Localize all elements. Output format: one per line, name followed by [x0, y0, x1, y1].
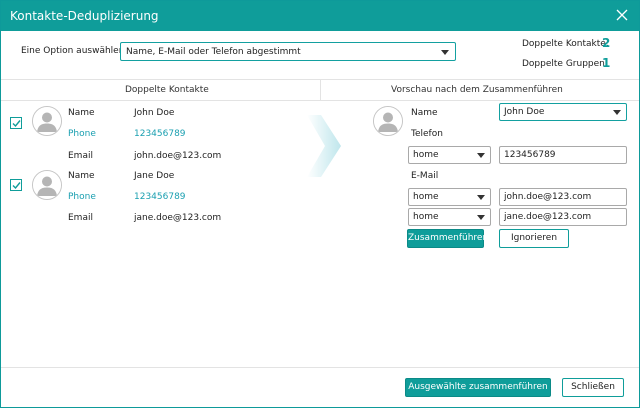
preview-name-label: Name	[411, 108, 438, 118]
avatar	[32, 170, 62, 200]
contact-email-label: Email	[68, 151, 93, 161]
chevron-down-icon	[477, 215, 485, 220]
column-header-preview: Vorschau nach dem Zusammenführen	[391, 85, 563, 95]
option-label: Eine Option auswählen:	[21, 46, 128, 56]
ignore-button[interactable]: Ignorieren	[499, 229, 569, 248]
contact-email-value: john.doe@123.com	[134, 151, 222, 161]
contact-checkbox[interactable]	[10, 117, 22, 129]
phone-type-select[interactable]: home	[408, 146, 491, 164]
merge-button[interactable]: Zusammenführen	[407, 229, 488, 248]
phone-type-value: home	[413, 150, 439, 160]
phone-section-label: Telefon	[411, 129, 443, 139]
arrow-right-icon	[307, 115, 343, 180]
preview-name-select[interactable]: John Doe	[499, 103, 627, 121]
phone-input[interactable]: 123456789	[499, 146, 627, 164]
chevron-down-icon	[477, 195, 485, 200]
contact-checkbox[interactable]	[10, 179, 22, 191]
divider	[1, 100, 639, 101]
column-header-duplicates: Doppelte Kontakte	[125, 85, 209, 95]
divider	[1, 367, 639, 368]
contact-name-value: John Doe	[134, 108, 175, 118]
contact-name-label: Name	[68, 108, 95, 118]
merge-selected-button[interactable]: Ausgewählte zusammenführen	[405, 378, 551, 397]
match-option-value: Name, E-Mail oder Telefon abgestimmt	[126, 47, 301, 57]
contact-email-value: jane.doe@123.com	[134, 213, 222, 223]
email-input[interactable]: jane.doe@123.com	[499, 208, 627, 226]
email-type-select[interactable]: home	[408, 188, 491, 206]
window-title: Kontakte-Deduplizierung	[10, 9, 159, 23]
contact-phone-label: Phone	[68, 129, 96, 139]
close-button[interactable]: Schließen	[562, 378, 624, 397]
avatar	[32, 106, 62, 136]
chevron-down-icon	[613, 110, 621, 115]
email-type-value: home	[413, 192, 439, 202]
email-input[interactable]: john.doe@123.com	[499, 188, 627, 206]
title-bar: Kontakte-Deduplizierung	[1, 1, 639, 31]
chevron-down-icon	[477, 153, 485, 158]
email-value: jane.doe@123.com	[504, 212, 592, 222]
duplicate-groups-count: 1	[602, 56, 611, 70]
contact-phone-label: Phone	[68, 192, 96, 202]
contact-name-label: Name	[68, 171, 95, 181]
duplicate-contacts-count: 2	[602, 36, 611, 50]
email-value: john.doe@123.com	[504, 192, 592, 202]
column-divider	[320, 80, 321, 100]
match-option-select[interactable]: Name, E-Mail oder Telefon abgestimmt	[120, 42, 456, 61]
chevron-down-icon	[441, 50, 449, 55]
email-type-select[interactable]: home	[408, 208, 491, 226]
dedup-dialog: Kontakte-Deduplizierung Eine Option ausw…	[0, 0, 640, 408]
avatar	[373, 106, 403, 136]
contact-name-value: Jane Doe	[134, 171, 175, 181]
contact-phone-value: 123456789	[134, 192, 186, 202]
contact-email-label: Email	[68, 213, 93, 223]
email-type-value: home	[413, 212, 439, 222]
contact-phone-value: 123456789	[134, 129, 186, 139]
close-icon[interactable]	[613, 6, 631, 24]
email-section-label: E-Mail	[411, 171, 439, 181]
phone-value: 123456789	[504, 150, 556, 160]
duplicate-groups-label: Doppelte Gruppen:	[522, 59, 608, 69]
preview-name-value: John Doe	[504, 107, 545, 117]
duplicate-contacts-label: Doppelte Kontakte:	[522, 39, 609, 49]
